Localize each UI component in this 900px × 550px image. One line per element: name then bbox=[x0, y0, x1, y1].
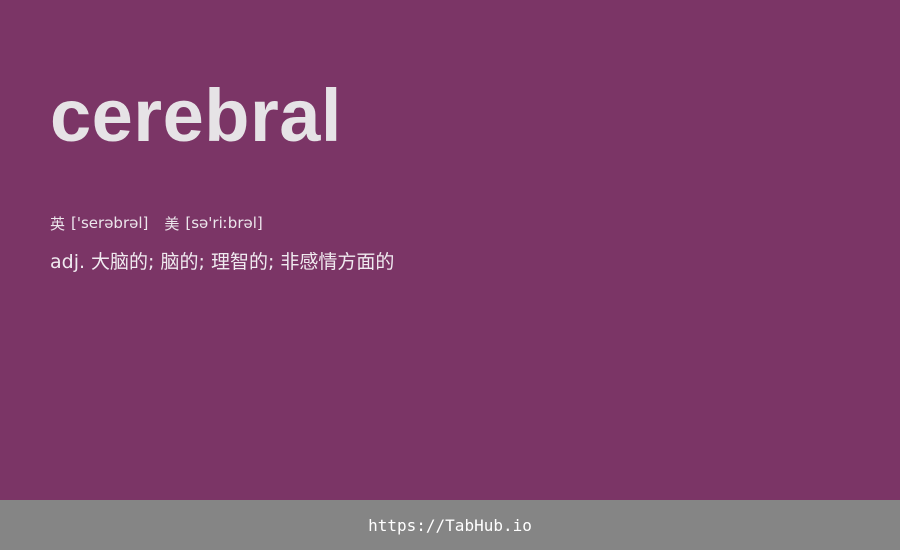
word-title: cerebral bbox=[50, 74, 342, 157]
uk-label: 英 bbox=[50, 214, 66, 233]
footer-bar: https://TabHub.io bbox=[0, 500, 900, 550]
pronunciation-us: 美 [sə'riːbrəl] bbox=[164, 213, 262, 234]
definition-text: adj. 大脑的; 脑的; 理智的; 非感情方面的 bbox=[50, 250, 395, 273]
pronunciation-row: 英 ['serəbrəl] 美 [sə'riːbrəl] bbox=[50, 212, 263, 234]
pronunciation-uk: 英 ['serəbrəl] bbox=[50, 213, 148, 234]
uk-ipa: ['serəbrəl] bbox=[71, 214, 149, 232]
word-card: cerebral 英 ['serəbrəl] 美 [sə'riːbrəl] ad… bbox=[0, 0, 900, 500]
us-ipa: [sə'riːbrəl] bbox=[185, 214, 263, 232]
us-label: 美 bbox=[164, 214, 180, 233]
footer-link[interactable]: https://TabHub.io bbox=[368, 516, 532, 535]
